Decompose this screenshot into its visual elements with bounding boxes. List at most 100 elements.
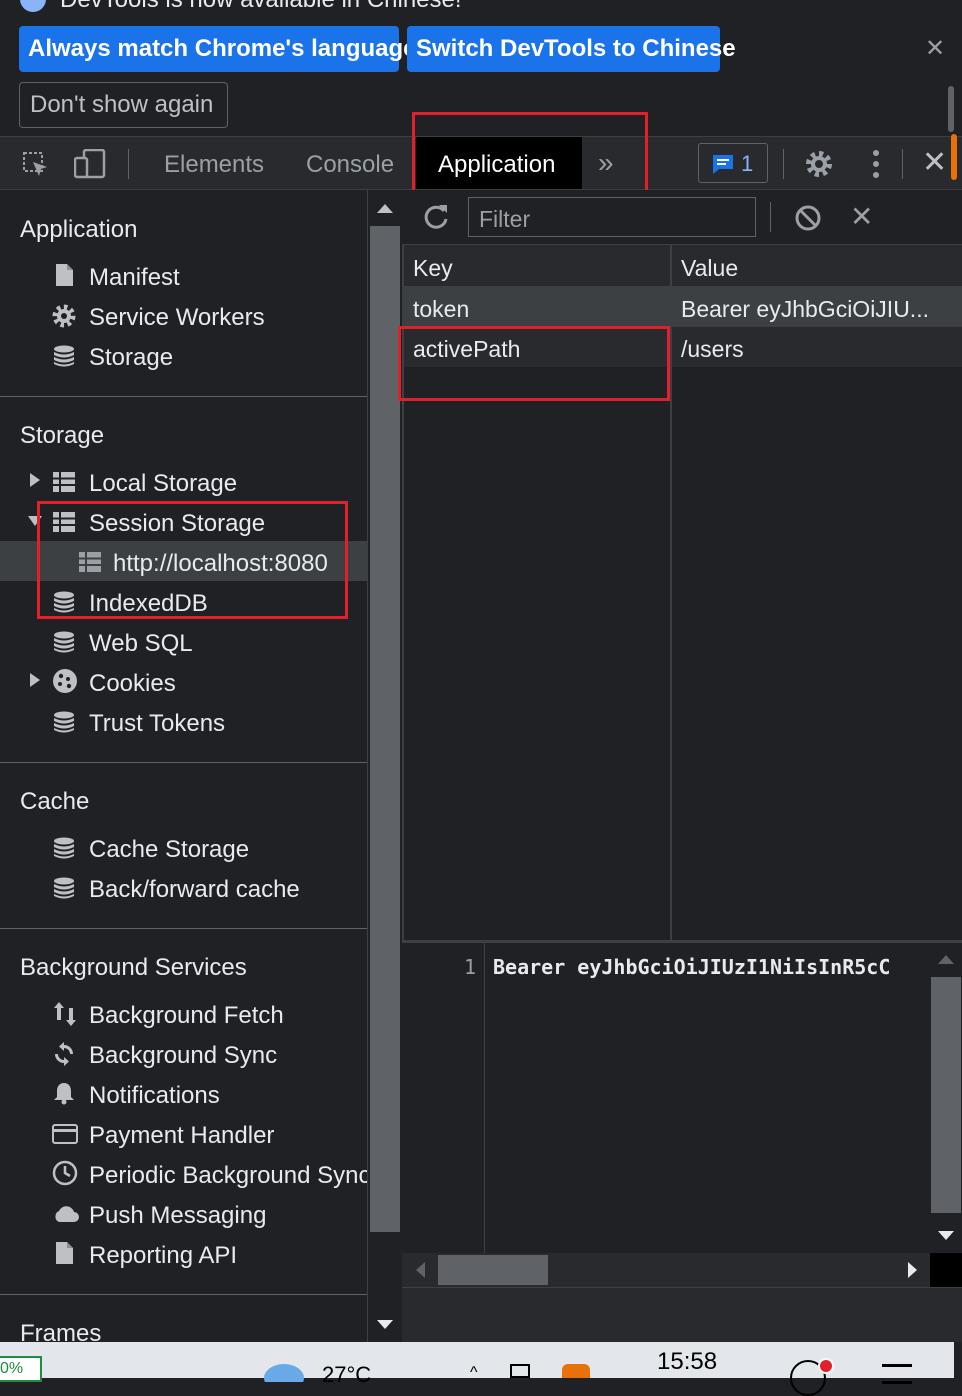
- sidebar-item-manifest[interactable]: Manifest: [89, 264, 180, 292]
- cookie-icon: [53, 669, 77, 693]
- clear-all-icon[interactable]: [794, 204, 822, 232]
- sidebar-item-cache-storage[interactable]: Cache Storage: [89, 836, 249, 864]
- table-icon: [53, 472, 75, 492]
- sidebar-item-reporting-api[interactable]: Reporting API: [89, 1242, 237, 1270]
- sidebar-item-payment-handler[interactable]: Payment Handler: [89, 1122, 274, 1150]
- notification-dot: [818, 1358, 834, 1374]
- network-icon[interactable]: [510, 1364, 530, 1378]
- active-path-highlight: [398, 326, 670, 401]
- dont-show-again-button[interactable]: Don't show again: [19, 82, 228, 128]
- more-options-icon[interactable]: [868, 149, 884, 179]
- switch-devtools-chinese-button[interactable]: Switch DevTools to Chinese: [407, 26, 736, 72]
- gear-icon[interactable]: [804, 149, 834, 179]
- filter-input[interactable]: Filter: [468, 197, 756, 237]
- sidebar-scrollbar-thumb[interactable]: [370, 226, 400, 1232]
- filter-placeholder: Filter: [479, 206, 531, 232]
- expand-triangle-icon[interactable]: [30, 673, 40, 687]
- infobar-scrollbar[interactable]: [948, 86, 954, 132]
- tab-console[interactable]: Console: [306, 151, 394, 179]
- sidebar-item-web-sql[interactable]: Web SQL: [89, 630, 193, 658]
- file-icon: [56, 1242, 73, 1264]
- chevron-up-icon[interactable]: ^: [470, 1364, 478, 1382]
- up-down-arrows-icon: [54, 1002, 76, 1026]
- sidebar-item-notifications[interactable]: Notifications: [89, 1082, 220, 1110]
- row-value-activepath[interactable]: /users: [681, 336, 744, 363]
- tab-elements[interactable]: Elements: [164, 151, 264, 179]
- clock-time[interactable]: 15:58: [657, 1348, 717, 1376]
- app-icon[interactable]: [562, 1364, 590, 1378]
- sidebar-item-push-messaging[interactable]: Push Messaging: [89, 1202, 266, 1230]
- sync-icon: [55, 1042, 73, 1066]
- battery-percent: 0%: [0, 1360, 24, 1377]
- scroll-down-arrow-icon[interactable]: [938, 1231, 954, 1240]
- issues-badge[interactable]: 1: [698, 143, 768, 183]
- application-tab-highlight: [412, 112, 648, 195]
- scroll-right-arrow-icon[interactable]: [908, 1262, 917, 1278]
- always-match-language-button[interactable]: Always match Chrome's language: [19, 26, 417, 72]
- line-gutter: [402, 943, 485, 1253]
- row-key-token[interactable]: token: [413, 296, 469, 323]
- sidebar-item-trust-tokens[interactable]: Trust Tokens: [89, 710, 225, 738]
- sidebar-item-back-forward-cache[interactable]: Back/forward cache: [89, 876, 300, 904]
- cloud-icon: [55, 1206, 79, 1222]
- windows-taskbar: 0% 27°C ^ 15:58: [0, 1342, 962, 1396]
- storage-panel: Filter ✕ Key Value token Bearer eyJhbGci…: [398, 190, 962, 1342]
- preview-hscroll-thumb[interactable]: [438, 1255, 548, 1285]
- sidebar-item-storage[interactable]: Storage: [89, 344, 173, 372]
- delete-selected-icon[interactable]: ✕: [850, 200, 873, 233]
- session-storage-highlight: [37, 501, 348, 619]
- scroll-left-arrow-icon[interactable]: [416, 1262, 425, 1278]
- section-title-frames: Frames: [20, 1320, 102, 1342]
- section-title-application: Application: [20, 216, 138, 243]
- inspect-element-icon[interactable]: [22, 151, 50, 179]
- preview-scroll-thumb[interactable]: [931, 977, 961, 1213]
- device-toolbar-icon[interactable]: [74, 149, 106, 179]
- section-title-cache: Cache: [20, 788, 90, 815]
- scroll-up-arrow-icon[interactable]: [377, 204, 393, 213]
- issues-count: 1: [741, 151, 754, 176]
- bell-icon: [54, 1083, 74, 1105]
- value-preview-pane: 1 Bearer eyJhbGciOiJIUzI1NiIsInR5cC: [402, 943, 930, 1253]
- refresh-icon[interactable]: [422, 203, 450, 231]
- section-divider: [0, 928, 367, 929]
- database-icon: [54, 345, 74, 367]
- action-center-icon[interactable]: [882, 1364, 912, 1384]
- devtools-toolbar: Elements Console Application » 1 ✕: [0, 112, 962, 195]
- sidebar-item-service-workers[interactable]: Service Workers: [89, 304, 265, 332]
- sidebar-item-cookies[interactable]: Cookies: [89, 670, 176, 698]
- section-title-storage: Storage: [20, 422, 105, 449]
- sidebar-item-background-sync[interactable]: Background Sync: [89, 1042, 277, 1070]
- battery-icon[interactable]: 0%: [0, 1356, 42, 1382]
- taskbar-edge: [954, 1342, 962, 1378]
- database-icon: [54, 837, 74, 859]
- column-header-value[interactable]: Value: [681, 255, 738, 282]
- sidebar-item-background-fetch[interactable]: Background Fetch: [89, 1002, 284, 1030]
- toolbar-divider: [770, 202, 771, 232]
- weather-cloud-icon[interactable]: [262, 1362, 306, 1382]
- expand-triangle-icon[interactable]: [30, 473, 40, 487]
- sidebar-scrollbar[interactable]: [368, 190, 402, 1342]
- panel-footer: [402, 1287, 962, 1342]
- sidebar-item-local-storage[interactable]: Local Storage: [89, 470, 237, 498]
- weather-temperature[interactable]: 27°C: [322, 1362, 371, 1388]
- row-value-token[interactable]: Bearer eyJhbGciOiJIU...: [681, 296, 929, 323]
- application-sidebar: Application Manifest Service Workers Sto…: [0, 190, 368, 1342]
- column-header-key[interactable]: Key: [413, 255, 453, 282]
- close-icon[interactable]: ✕: [925, 34, 945, 63]
- scrollbar-corner: [930, 1253, 962, 1287]
- close-devtools-icon[interactable]: ✕: [922, 145, 947, 180]
- infobar-message: DevTools is now available in Chinese!: [60, 0, 462, 14]
- line-number: 1: [464, 955, 477, 979]
- preview-horizontal-scrollbar[interactable]: [402, 1253, 930, 1287]
- scroll-up-arrow-icon[interactable]: [938, 955, 954, 964]
- column-divider[interactable]: [670, 245, 672, 940]
- sidebar-item-periodic-background-sync[interactable]: Periodic Background Sync: [89, 1162, 367, 1190]
- section-divider: [0, 762, 367, 763]
- toolbar-divider: [128, 149, 129, 179]
- credit-card-icon: [52, 1124, 78, 1144]
- file-icon: [56, 264, 73, 286]
- database-icon: [54, 877, 74, 899]
- preview-line-text[interactable]: Bearer eyJhbGciOiJIUzI1NiIsInR5cC: [493, 955, 929, 979]
- scroll-down-arrow-icon[interactable]: [377, 1320, 393, 1329]
- preview-vertical-scrollbar[interactable]: [930, 943, 962, 1253]
